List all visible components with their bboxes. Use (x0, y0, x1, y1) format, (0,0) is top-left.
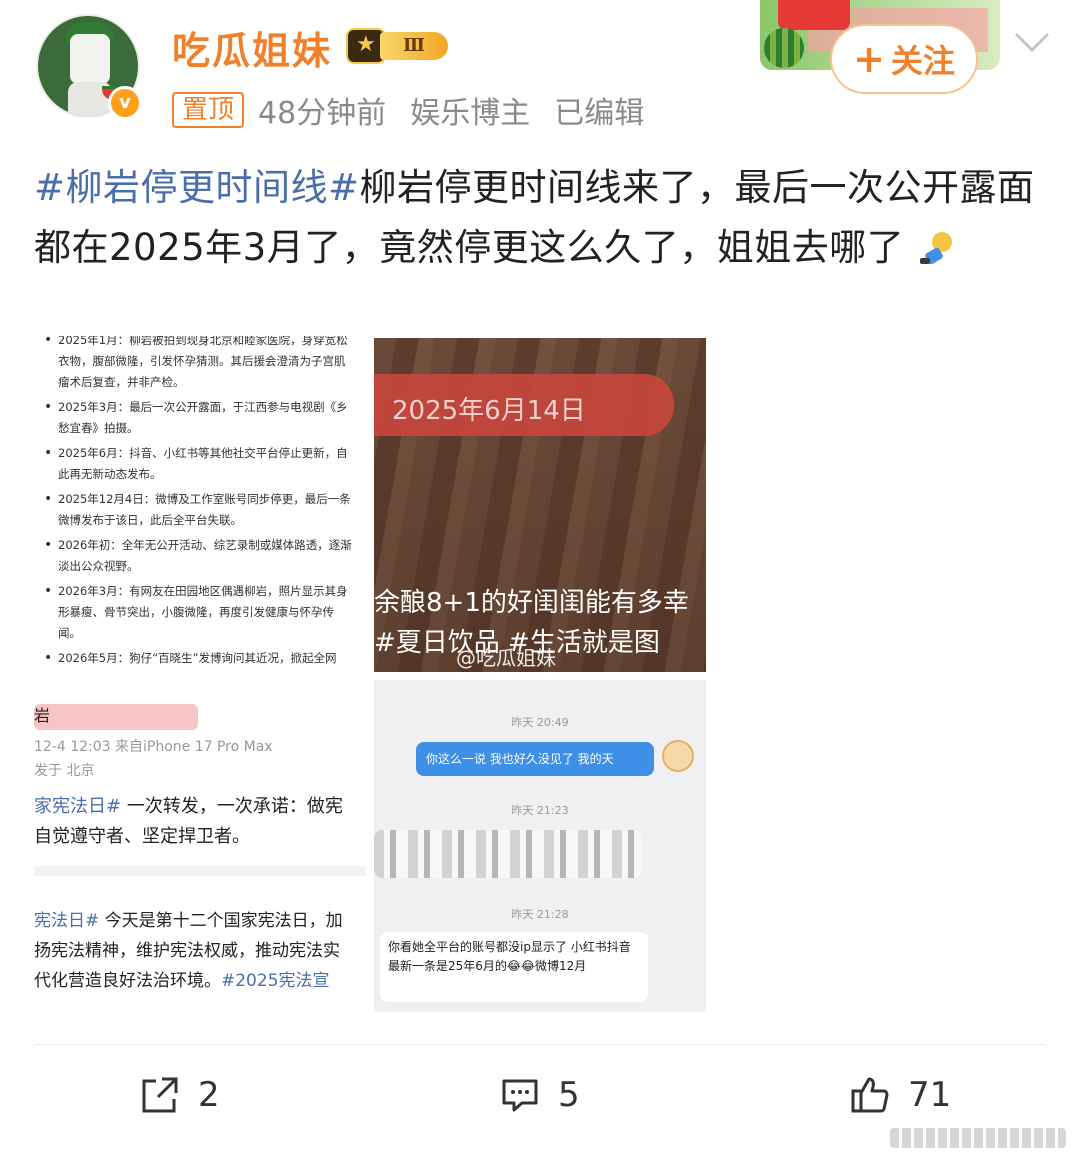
photo-watermark: @吃瓜姐妹 (456, 646, 556, 670)
edited-label[interactable]: 已编辑 (554, 88, 644, 132)
watermelon-icon (764, 28, 804, 68)
photo-date-stamp: 2025年6月14日 (392, 396, 586, 426)
shot-line-1: 家宪法日# 一次转发，一次承诺：做宪 (34, 796, 343, 817)
user-category: 娱乐博主 (410, 96, 531, 131)
action-bar: 2 5 71 (0, 1060, 1080, 1130)
shot-quote-1: 宪法日# 今天是第十二个国家宪法日，加 (34, 911, 343, 931)
image-timeline[interactable]: 2025年1月：柳岩被拍到现身北京和睦家医院，身穿宽松衣物，腹部微隆，引发怀孕猜… (34, 336, 366, 678)
chat-bubble-received: 你看她全平台的账号都没ip显示了 小红书抖音最新一条是25年6月的😂😂微博12月 (380, 932, 648, 1002)
chat-time: 昨天 21:28 (511, 908, 569, 921)
timeline-item: 2026年5月：狗仔“百晓生”发博询问其近况，掀起全网 (34, 648, 354, 669)
shot-divider (34, 866, 366, 876)
timeline-item: 2025年3月：最后一次公开露面，于江西参与电视剧《乡愁宜春》拍摄。 (34, 397, 354, 439)
timeline-item: 2026年初：全年无公开活动、综艺录制或媒体路透，逐渐淡出公众视野。 (34, 535, 354, 577)
shot-username: 岩 (34, 706, 51, 725)
username[interactable]: 吃瓜姐妹 (172, 20, 332, 75)
chat-avatar (662, 740, 694, 772)
chat-time: 昨天 21:23 (511, 804, 569, 817)
plus-icon: + (853, 37, 885, 81)
shot-quote-3: 代化营造良好法治环境。#2025宪法宣 (34, 971, 330, 991)
follow-label: 关注 (890, 42, 955, 80)
shot-time-source: 12-4 12:03 来自iPhone 17 Pro Max (34, 739, 273, 755)
post-time: 48分钟前 (258, 96, 387, 131)
follow-button[interactable]: + 关注 (830, 24, 978, 94)
vip-level: Ⅲ (380, 32, 448, 60)
comment-count: 5 (558, 1075, 580, 1115)
repost-icon (142, 1077, 178, 1113)
photo-caption-1: 余酿8+1的好闺闺能有多幸 (374, 588, 689, 618)
timeline-item: 2025年6月：抖音、小红书等其他社交平台停止更新，自此再无新动态发布。 (34, 443, 354, 485)
image-weibo-screenshot[interactable]: 岩 12-4 12:03 来自iPhone 17 Pro Max 发于 北京 家… (34, 680, 366, 1012)
post-header: v 吃瓜姐妹 Ⅲ 置顶 48分钟前 娱乐博主 已编辑 + 关注 (0, 0, 1080, 140)
pinned-badge: 置顶 (172, 92, 245, 128)
image-grid: 2025年1月：柳岩被拍到现身北京和睦家医院，身穿宽松衣物，腹部微隆，引发怀孕猜… (34, 336, 706, 1012)
timeline-item: 2025年12月4日：微博及工作室账号同步停更，最后一条微博发布于该日，此后全平… (34, 489, 354, 531)
shot-line-2: 自觉遵守者、坚定捍卫者。 (34, 826, 250, 847)
chat-time: 昨天 20:49 (511, 716, 569, 729)
thumbs-up-icon (851, 1077, 889, 1113)
topic-link[interactable]: #柳岩停更时间线# (34, 166, 360, 209)
timeline-list: 2025年1月：柳岩被拍到现身北京和睦家医院，身穿宽松衣物，腹部微隆，引发怀孕猜… (34, 336, 354, 673)
post-body: #柳岩停更时间线#柳岩停更时间线来了，最后一次公开露面都在2025年3月了，竟然… (34, 158, 1044, 278)
chat-bubble-blurred (374, 830, 642, 878)
image-chat[interactable]: 昨天 20:49 你这么一说 我也好久没见了 我的天 昨天 21:23 昨天 2… (374, 680, 706, 1012)
verified-icon: v (108, 86, 142, 120)
divider (34, 1044, 1046, 1045)
image-photo[interactable]: 2025年6月14日 余酿8+1的好闺闺能有多幸 #夏日饮品 #生活就是图 @吃… (374, 338, 706, 672)
like-count: 71 (908, 1075, 952, 1115)
chevron-down-icon[interactable] (1010, 24, 1054, 60)
shot-quote-2: 扬宪法精神，维护宪法权威，推动宪法实 (34, 941, 340, 961)
bottom-watermark (890, 1128, 1066, 1148)
timeline-item: 2026年3月：有网友在田园地区偶遇柳岩，照片显示其身形暴瘦、骨节突出，小腹微隆… (34, 581, 354, 644)
post-meta: 置顶 48分钟前 娱乐博主 已编辑 (172, 88, 668, 132)
timeline-item: 2025年1月：柳岩被拍到现身北京和睦家医院，身穿宽松衣物，腹部微隆，引发怀孕猜… (34, 336, 354, 393)
vip-badge[interactable]: Ⅲ (346, 28, 450, 64)
running-person-emoji-icon (920, 231, 953, 264)
redacted-name-bar (34, 704, 198, 730)
repost-count: 2 (198, 1075, 220, 1115)
shot-location: 发于 北京 (34, 763, 95, 779)
chat-bubble-sent: 你这么一说 我也好久没见了 我的天 (416, 742, 654, 776)
comment-button[interactable]: 5 (500, 1072, 580, 1118)
comment-icon (502, 1079, 538, 1112)
like-button[interactable]: 71 (850, 1072, 951, 1118)
repost-button[interactable]: 2 (140, 1072, 220, 1118)
